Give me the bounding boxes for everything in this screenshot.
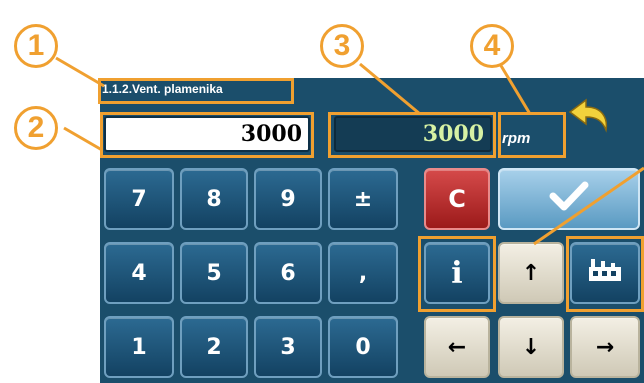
callout-number-1: 1 (14, 24, 58, 68)
callout-leader-lines (55, 56, 644, 246)
callout-number-3: 3 (320, 24, 364, 68)
callout-number-2: 2 (14, 106, 58, 150)
callout-number-4: 4 (470, 24, 514, 68)
